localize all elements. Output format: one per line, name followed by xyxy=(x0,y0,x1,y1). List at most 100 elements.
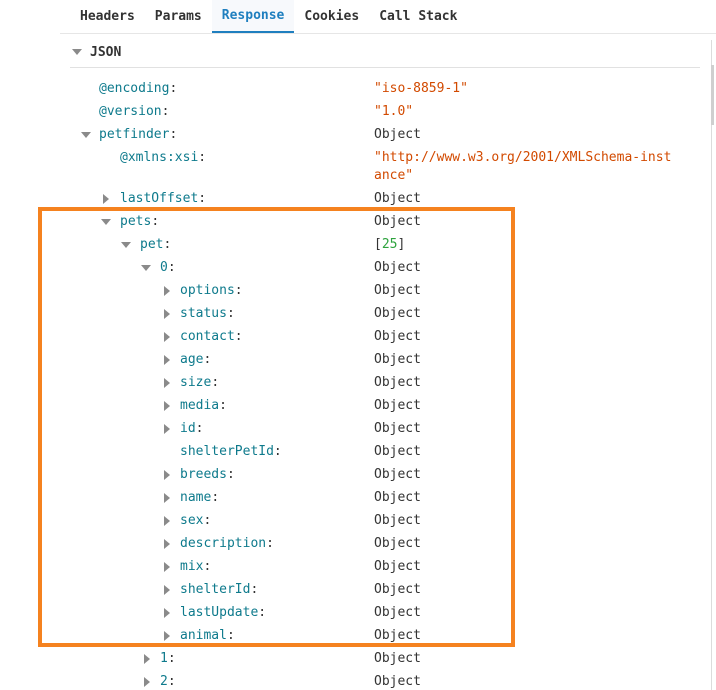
section-title: JSON xyxy=(90,44,122,60)
tree-key: animal: xyxy=(180,628,235,643)
collapsed-arrow-icon[interactable] xyxy=(164,424,170,434)
tree-value: "1.0" xyxy=(374,104,414,119)
section-divider xyxy=(70,67,700,68)
array-count: 25 xyxy=(381,237,398,252)
tree-value-line1: "http://www.w3.org/2001/XMLSchema-inst xyxy=(374,150,672,165)
collapsed-arrow-icon[interactable] xyxy=(164,332,170,342)
tree-value: Object xyxy=(374,582,421,597)
tree-value: Object xyxy=(374,513,421,528)
tree-value: Object xyxy=(374,329,421,344)
tree-key: @xmlns:xsi: xyxy=(120,150,207,165)
tree-row-name[interactable]: name: Object xyxy=(0,486,716,509)
expanded-arrow-icon[interactable] xyxy=(141,265,151,271)
tree-row-id[interactable]: id: Object xyxy=(0,417,716,440)
tree-key: sex: xyxy=(180,513,212,528)
tree-row-item-2[interactable]: 2: Object xyxy=(0,670,716,690)
tree-value: [25] xyxy=(374,237,406,252)
tree-key: 0: xyxy=(160,260,176,275)
collapse-chevron-icon[interactable] xyxy=(72,49,82,55)
tree-value: Object xyxy=(374,214,421,229)
tree-row-version[interactable]: @version: "1.0" xyxy=(0,100,716,123)
json-section-header[interactable]: JSON xyxy=(72,42,121,62)
tree-row-shelterpetid[interactable]: shelterPetId: Object xyxy=(0,440,716,463)
tree-row-mix[interactable]: mix: Object xyxy=(0,555,716,578)
tree-row-xmlns-wrap: ance" xyxy=(0,164,716,187)
tree-row-contact[interactable]: contact: Object xyxy=(0,325,716,348)
tree-row-shelterid[interactable]: shelterId: Object xyxy=(0,578,716,601)
tree-row-encoding[interactable]: @encoding: "iso-8859-1" xyxy=(0,77,716,100)
tree-value: Object xyxy=(374,127,421,142)
tree-key: lastOffset: xyxy=(120,191,207,206)
tree-value: Object xyxy=(374,605,421,620)
collapsed-arrow-icon[interactable] xyxy=(164,631,170,641)
tree-key: name: xyxy=(180,490,220,505)
collapsed-arrow-icon[interactable] xyxy=(164,608,170,618)
tree-key: petfinder: xyxy=(99,127,178,142)
tree-row-pet[interactable]: pet: [25] xyxy=(0,233,716,256)
collapsed-arrow-icon[interactable] xyxy=(164,539,170,549)
tree-value: Object xyxy=(374,674,421,689)
tree-value: Object xyxy=(374,651,421,666)
tree-row-petfinder[interactable]: petfinder: Object xyxy=(0,123,716,146)
expanded-arrow-icon[interactable] xyxy=(81,132,91,138)
tree-key: status: xyxy=(180,306,235,321)
tree-value: Object xyxy=(374,375,421,390)
tab-cookies[interactable]: Cookies xyxy=(294,0,369,33)
collapsed-arrow-icon[interactable] xyxy=(164,378,170,388)
tree-row-status[interactable]: status: Object xyxy=(0,302,716,325)
tree-value: Object xyxy=(374,191,421,206)
tab-response[interactable]: Response xyxy=(211,0,295,33)
tree-key: options: xyxy=(180,283,243,298)
tree-key: @encoding: xyxy=(99,81,178,96)
tree-value: Object xyxy=(374,283,421,298)
tab-headers[interactable]: Headers xyxy=(70,0,145,33)
tab-call-stack[interactable]: Call Stack xyxy=(369,0,467,33)
tree-key: size: xyxy=(180,375,220,390)
tree-row-media[interactable]: media: Object xyxy=(0,394,716,417)
tree-row-animal[interactable]: animal: Object xyxy=(0,624,716,647)
tree-key: media: xyxy=(180,398,227,413)
tree-value: "iso-8859-1" xyxy=(374,81,468,96)
tree-key: mix: xyxy=(180,559,212,574)
tree-row-item-0[interactable]: 0: Object xyxy=(0,256,716,279)
tree-key: shelterPetId: xyxy=(180,444,282,459)
tree-row-lastoffset[interactable]: lastOffset: Object xyxy=(0,187,716,210)
tree-row-age[interactable]: age: Object xyxy=(0,348,716,371)
tab-bar: Headers Params Response Cookies Call Sta… xyxy=(0,0,716,33)
tree-row-item-1[interactable]: 1: Object xyxy=(0,647,716,670)
tree-key: description: xyxy=(180,536,274,551)
tree-key: id: xyxy=(180,421,204,436)
collapsed-arrow-icon[interactable] xyxy=(164,286,170,296)
collapsed-arrow-icon[interactable] xyxy=(164,562,170,572)
collapsed-arrow-icon[interactable] xyxy=(164,493,170,503)
collapsed-arrow-icon[interactable] xyxy=(103,194,109,204)
tree-row-lastupdate[interactable]: lastUpdate: Object xyxy=(0,601,716,624)
tree-value: Object xyxy=(374,398,421,413)
tree-row-description[interactable]: description: Object xyxy=(0,532,716,555)
tree-key: contact: xyxy=(180,329,243,344)
collapsed-arrow-icon[interactable] xyxy=(164,585,170,595)
tree-row-breeds[interactable]: breeds: Object xyxy=(0,463,716,486)
tree-row-pets[interactable]: pets: Object xyxy=(0,210,716,233)
tree-key: age: xyxy=(180,352,212,367)
tree-key: pets: xyxy=(120,214,160,229)
collapsed-arrow-icon[interactable] xyxy=(164,309,170,319)
collapsed-arrow-icon[interactable] xyxy=(144,654,150,664)
tab-params[interactable]: Params xyxy=(145,0,212,33)
expanded-arrow-icon[interactable] xyxy=(101,219,111,225)
tree-value: Object xyxy=(374,444,421,459)
tree-row-options[interactable]: options: Object xyxy=(0,279,716,302)
collapsed-arrow-icon[interactable] xyxy=(164,401,170,411)
tree-value: Object xyxy=(374,490,421,505)
tree-value: Object xyxy=(374,260,421,275)
tree-key: 2: xyxy=(160,674,176,689)
tree-key: @version: xyxy=(99,104,170,119)
collapsed-arrow-icon[interactable] xyxy=(164,470,170,480)
tree-row-sex[interactable]: sex: Object xyxy=(0,509,716,532)
collapsed-arrow-icon[interactable] xyxy=(164,355,170,365)
collapsed-arrow-icon[interactable] xyxy=(144,677,150,687)
tree-row-size[interactable]: size: Object xyxy=(0,371,716,394)
collapsed-arrow-icon[interactable] xyxy=(164,516,170,526)
tree-value: Object xyxy=(374,536,421,551)
expanded-arrow-icon[interactable] xyxy=(121,242,131,248)
